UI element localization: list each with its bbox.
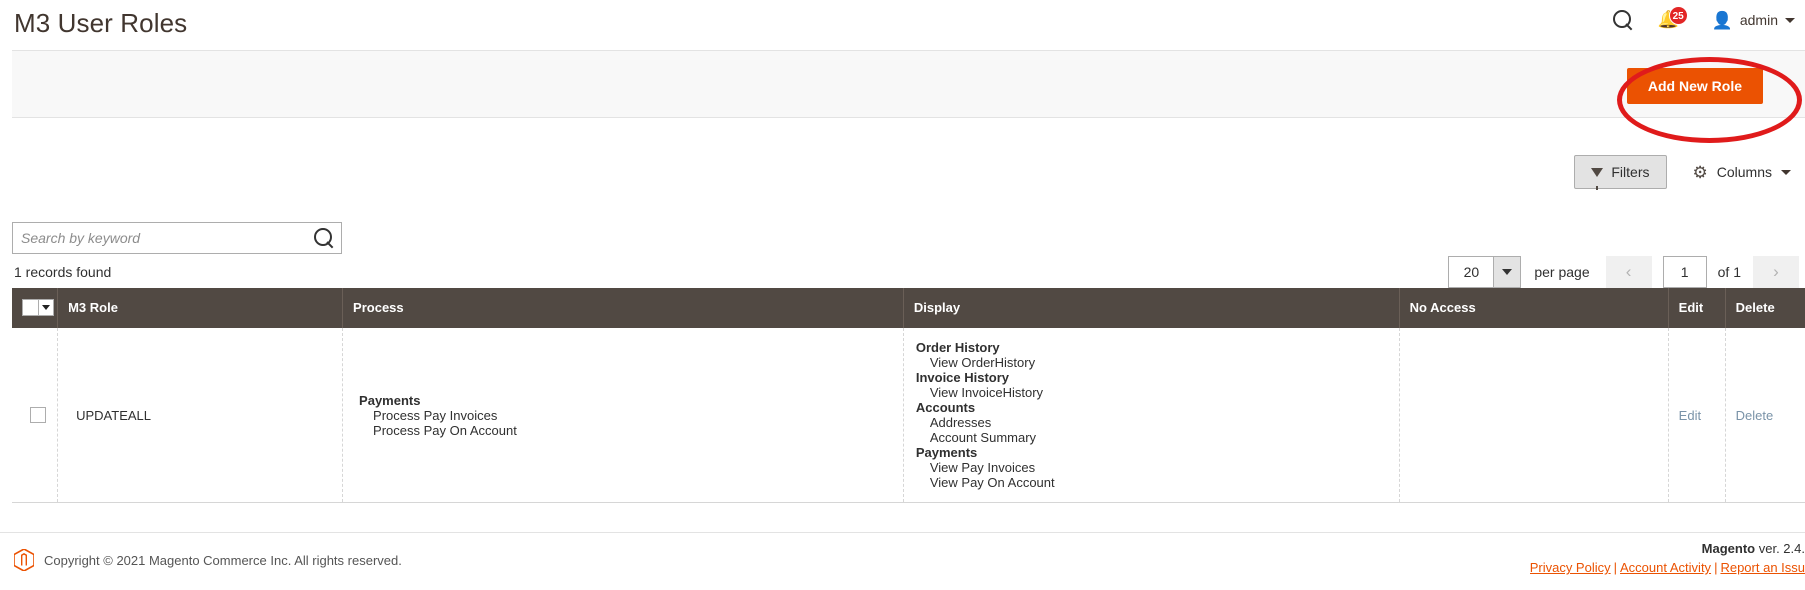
page-footer: Copyright © 2021 Magento Commerce Inc. A… — [0, 532, 1805, 590]
column-header-process[interactable]: Process — [342, 288, 904, 328]
column-header-edit: Edit — [1668, 288, 1726, 328]
admin-user-name: admin — [1739, 12, 1778, 28]
copyright-text: Copyright © 2021 Magento Commerce Inc. A… — [44, 552, 402, 568]
notification-count-badge: 25 — [1668, 6, 1688, 25]
permission-group-label: Accounts — [915, 400, 976, 415]
search-submit-button[interactable] — [307, 223, 341, 253]
grid-pager: 20 per page ‹ of 1 › — [1448, 256, 1799, 288]
permission-group-label: Payments — [915, 445, 978, 460]
per-page-select[interactable]: 20 — [1448, 256, 1522, 288]
admin-page: M3 User Roles 🔔 25 👤 admin Add New Role … — [0, 0, 1805, 590]
per-page-label: per page — [1534, 264, 1590, 280]
roles-grid: M3 Role Process Display No Access Edit D… — [12, 288, 1805, 503]
cell-display: Order History View OrderHistory Invoice … — [903, 328, 1400, 503]
footer-copyright-area: Copyright © 2021 Magento Commerce Inc. A… — [13, 548, 402, 572]
column-header-no-access[interactable]: No Access — [1399, 288, 1669, 328]
permission-item: Process Pay Invoices — [373, 407, 498, 423]
cell-role: UPDATEALL — [57, 328, 344, 503]
chevron-down-icon — [1785, 17, 1795, 23]
permission-group-label: Payments — [359, 392, 421, 408]
row-select-cell — [12, 328, 59, 503]
permission-item: View Pay On Account — [929, 475, 1055, 490]
row-checkbox[interactable] — [30, 407, 46, 423]
footer-meta: Magento ver. 2.4. Privacy Policy | Account… — [1530, 541, 1805, 575]
edit-link[interactable]: Edit — [1679, 408, 1701, 423]
search-icon — [313, 227, 335, 249]
cell-edit: Edit — [1668, 328, 1726, 503]
table-row: UPDATEALL Payments Process Pay Invoices … — [12, 328, 1805, 503]
user-avatar-icon: 👤 — [1711, 10, 1733, 30]
chevron-down-icon[interactable] — [1493, 257, 1521, 287]
chevron-down-icon[interactable] — [39, 299, 54, 316]
column-header-display[interactable]: Display — [903, 288, 1400, 328]
permission-group: Payments View Pay Invoices View Pay On A… — [916, 445, 1389, 490]
add-new-role-button[interactable]: Add New Role — [1626, 68, 1763, 104]
previous-page-button[interactable]: ‹ — [1605, 256, 1652, 288]
columns-dropdown[interactable]: ⚙ Columns — [1693, 164, 1796, 181]
permission-group: Accounts Addresses Account Summary — [916, 400, 1389, 445]
filters-button[interactable]: Filters — [1574, 155, 1667, 190]
privacy-policy-link[interactable]: Privacy Policy — [1530, 560, 1611, 575]
magento-version: Magento ver. 2.4. — [1530, 541, 1805, 556]
magento-logo-icon — [13, 548, 35, 572]
permission-group: Invoice History View InvoiceHistory — [916, 370, 1389, 400]
total-pages-label: of 1 — [1717, 264, 1741, 280]
filters-label: Filters — [1611, 164, 1650, 180]
permission-item: Account Summary — [929, 430, 1037, 445]
cell-process: Payments Process Pay Invoices Process Pa… — [342, 328, 904, 503]
select-all-checkbox[interactable] — [22, 299, 39, 316]
columns-label: Columns — [1716, 164, 1772, 180]
keyword-search — [12, 222, 342, 254]
grid-controls: Filters ⚙ Columns — [1574, 155, 1796, 190]
notifications-button[interactable]: 🔔 25 — [1658, 6, 1688, 32]
link-separator: | — [1613, 560, 1618, 575]
table-header-row: M3 Role Process Display No Access Edit D… — [12, 288, 1805, 328]
gear-icon: ⚙ — [1692, 162, 1708, 182]
permission-item: Process Pay On Account — [373, 422, 517, 438]
column-header-role[interactable]: M3 Role — [57, 288, 344, 328]
permission-item: View Pay Invoices — [929, 460, 1036, 475]
chevron-down-icon — [1781, 169, 1791, 175]
permission-item: View OrderHistory — [929, 355, 1036, 370]
page-header: M3 User Roles 🔔 25 👤 admin — [0, 0, 1805, 50]
permission-group-label: Invoice History — [915, 370, 1010, 385]
page-title: M3 User Roles — [14, 8, 188, 38]
funnel-icon — [1591, 167, 1604, 190]
search-icon[interactable] — [1612, 9, 1634, 31]
version-brand: Magento — [1701, 541, 1756, 556]
permission-group-label: Order History — [915, 340, 1000, 355]
column-header-delete: Delete — [1725, 288, 1805, 328]
account-activity-link[interactable]: Account Activity — [1620, 560, 1711, 575]
admin-user-menu[interactable]: 👤 admin — [1712, 12, 1795, 29]
footer-links: Privacy Policy | Account Activity | Report a… — [1530, 560, 1805, 575]
report-issue-link[interactable]: Report an Issu — [1720, 560, 1805, 575]
permission-item: View InvoiceHistory — [929, 385, 1044, 400]
version-number: ver. 2.4. — [1755, 541, 1805, 556]
next-page-button[interactable]: › — [1753, 256, 1799, 288]
header-actions: 🔔 25 👤 admin — [1612, 6, 1801, 32]
delete-link[interactable]: Delete — [1736, 408, 1774, 423]
current-page-input[interactable] — [1662, 256, 1707, 288]
select-all-header — [12, 288, 59, 328]
permission-group: Order History View OrderHistory — [916, 340, 1389, 370]
records-found-label: 1 records found — [14, 264, 112, 280]
per-page-value: 20 — [1463, 264, 1480, 280]
page-actions-bar: Add New Role — [12, 50, 1805, 143]
search-input[interactable] — [13, 223, 307, 253]
select-all-dropdown[interactable] — [22, 299, 54, 316]
cell-delete: Delete — [1725, 328, 1805, 503]
cell-no-access — [1399, 328, 1669, 503]
permission-group: Payments Process Pay Invoices Process Pa… — [359, 393, 893, 438]
permission-item: Addresses — [929, 415, 992, 430]
